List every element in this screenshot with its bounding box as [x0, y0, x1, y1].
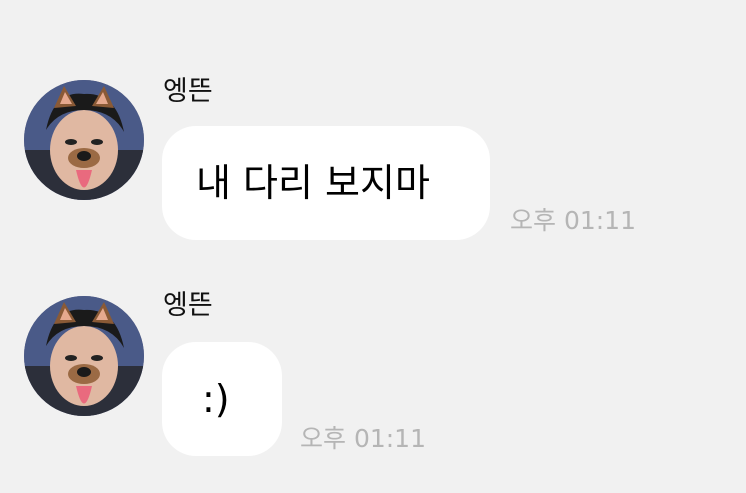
puppy-filter-avatar-icon [24, 296, 144, 416]
sender-avatar[interactable] [24, 296, 144, 416]
message-bubble[interactable]: :) [162, 342, 282, 456]
message-timestamp: 오후 01:11 [300, 424, 426, 453]
sender-name: 엥뜬 [163, 290, 213, 321]
message-row: 엥뜬 :) 오후 01:11 [0, 0, 746, 493]
message-text: :) [202, 377, 230, 421]
